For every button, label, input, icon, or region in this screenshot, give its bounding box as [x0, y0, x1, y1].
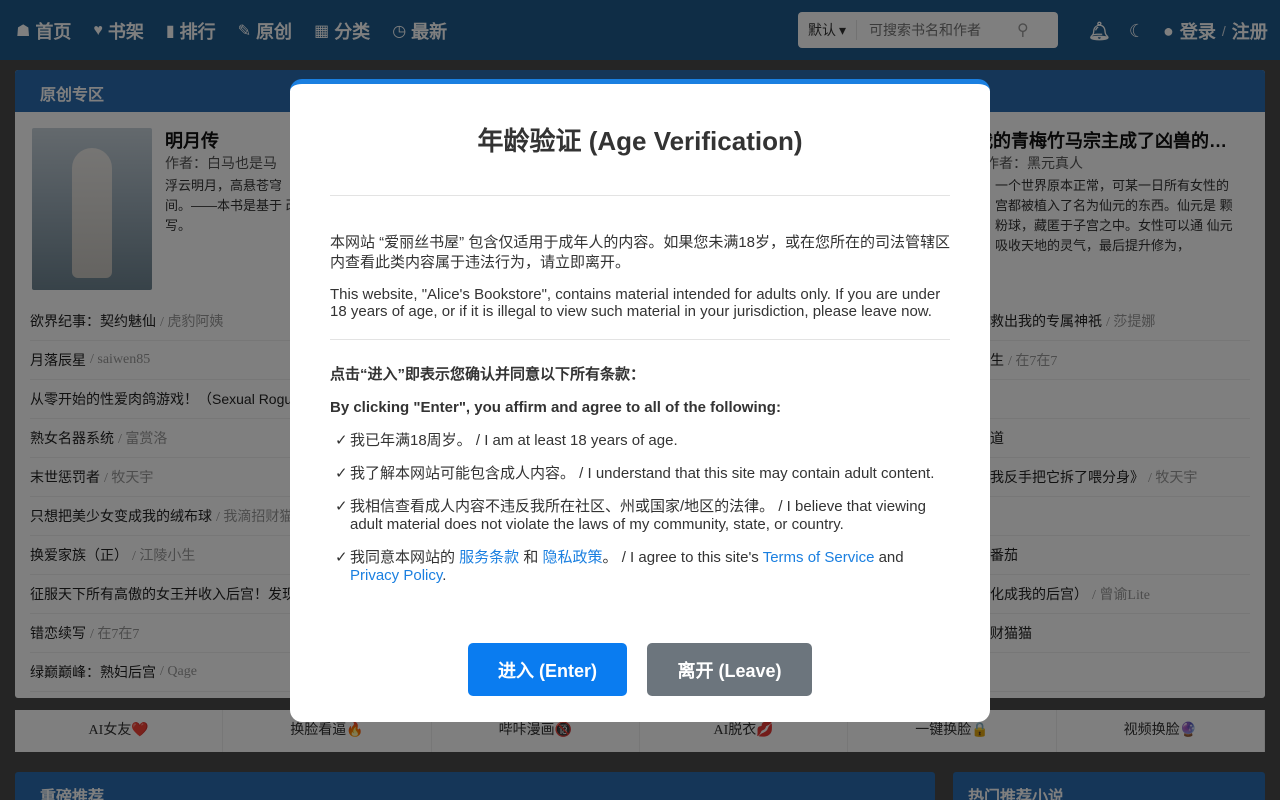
terms-item-text: 。 / I agree to this site's — [602, 549, 763, 566]
terms-item-text: and — [874, 549, 904, 566]
terms-item: ✓ 我相信查看成人内容不违反我所在社区、州或国家/地区的法律。 / I belie… — [330, 498, 950, 534]
divider — [330, 195, 950, 196]
age-verification-modal: 年龄验证 (Age Verification) 本网站 “爱丽丝书屋” 包含仅适… — [290, 79, 990, 722]
check-icon: ✓ — [335, 498, 348, 515]
terms-item-text: 我同意本网站的 — [350, 549, 460, 566]
terms-heading-en: By clicking "Enter", you affirm and agre… — [330, 399, 781, 416]
terms-of-service-link-cn[interactable]: 服务条款 — [459, 549, 519, 566]
terms-item: ✓ 我了解本网站可能包含成人内容。 / I understand that thi… — [330, 465, 950, 483]
warning-text-cn: 本网站 “爱丽丝书屋” 包含仅适用于成年人的内容。如果您未满18岁，或在您所在的… — [330, 234, 951, 271]
terms-item-text: 和 — [519, 549, 543, 566]
privacy-policy-link-cn[interactable]: 隐私政策 — [543, 549, 603, 566]
terms-of-service-link-en[interactable]: Terms of Service — [763, 549, 875, 566]
terms-item-text: 我相信查看成人内容不违反我所在社区、州或国家/地区的法律。 / I believ… — [350, 498, 926, 533]
leave-button[interactable]: 离开 (Leave) — [647, 643, 812, 696]
check-icon: ✓ — [335, 432, 348, 449]
check-icon: ✓ — [335, 549, 348, 566]
terms-item-text: . — [442, 567, 447, 584]
privacy-policy-link-en[interactable]: Privacy Policy — [350, 567, 442, 584]
terms-item: ✓ 我同意本网站的 服务条款 和 隐私政策。 / I agree to this … — [330, 549, 950, 585]
terms-list: ✓ 我已年满18周岁。 / I am at least 18 years of a… — [330, 432, 950, 585]
terms-item: ✓ 我已年满18周岁。 / I am at least 18 years of a… — [330, 432, 950, 450]
enter-button[interactable]: 进入 (Enter) — [468, 643, 627, 696]
warning-text-en: This website, "Alice's Bookstore", conta… — [330, 286, 941, 320]
terms-item-text: 我了解本网站可能包含成人内容。 / I understand that this… — [350, 465, 935, 482]
terms-item-text: 我已年满18周岁。 / I am at least 18 years of ag… — [350, 432, 678, 449]
check-icon: ✓ — [335, 465, 348, 482]
modal-title: 年龄验证 (Age Verification) — [477, 126, 803, 156]
divider — [330, 339, 950, 340]
terms-heading-cn: 点击“进入”即表示您确认并同意以下所有条款： — [330, 366, 646, 383]
